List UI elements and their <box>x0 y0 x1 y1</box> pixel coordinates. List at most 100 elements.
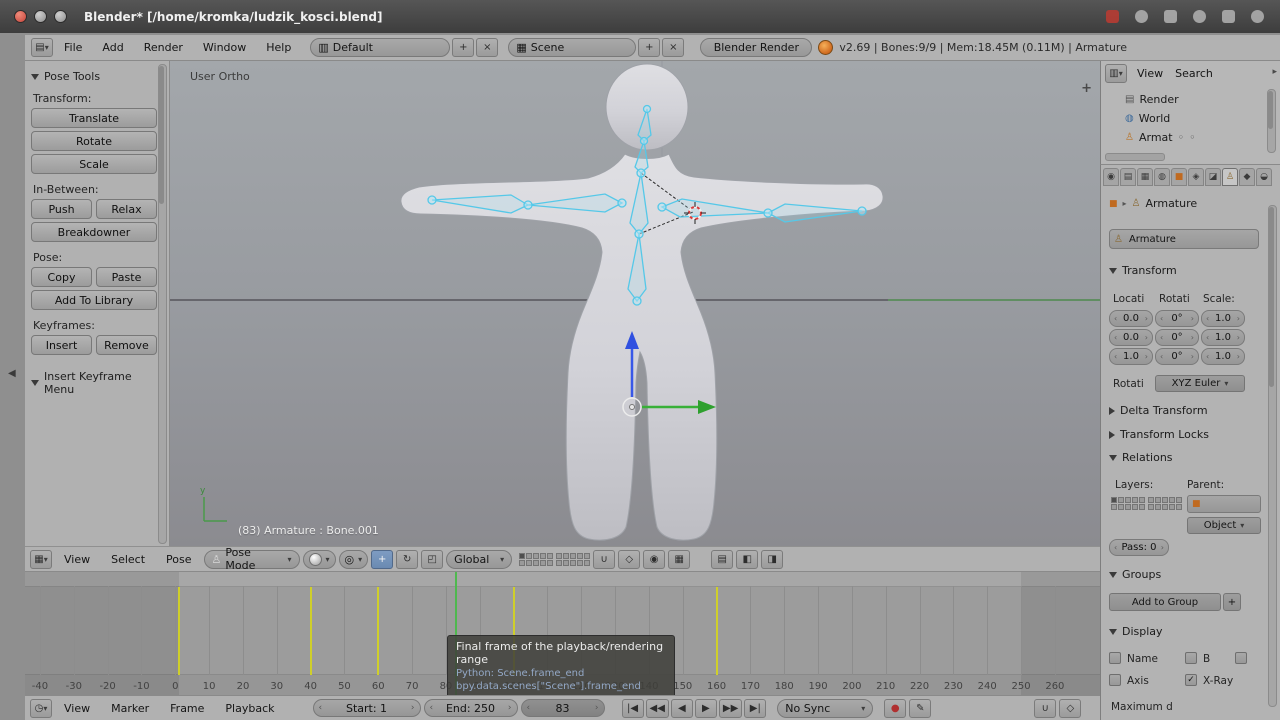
tab-physics-icon[interactable]: ◒ <box>1256 168 1272 186</box>
manipulator-rotate-toggle[interactable]: ↻ <box>396 549 419 569</box>
new-group-button[interactable]: + <box>1223 593 1241 611</box>
scale-button[interactable]: Scale <box>31 154 157 174</box>
scene-selector[interactable]: ▦ Scene <box>508 38 637 57</box>
pass-index-field[interactable]: ‹ Pass: 0 › <box>1109 539 1169 556</box>
pivot-selector[interactable]: ◎ ▾ <box>338 549 369 569</box>
manipulator-translate-toggle[interactable]: + <box>371 549 394 569</box>
display-panel-header[interactable]: Display <box>1109 625 1163 638</box>
system-tray-icon[interactable] <box>1164 10 1177 23</box>
parent-type-selector[interactable]: Object ▾ <box>1187 517 1261 534</box>
system-tray-icon[interactable] <box>1222 10 1235 23</box>
record-button[interactable]: ● <box>884 698 907 718</box>
frame-end-field[interactable]: ‹ End: 250 › <box>423 699 518 717</box>
n-panel-expand-icon[interactable]: + <box>1081 81 1092 96</box>
tab-object-icon[interactable]: ■ <box>1171 168 1187 186</box>
properties-scrollbar[interactable] <box>1268 205 1277 707</box>
groups-panel-header[interactable]: Groups <box>1109 568 1161 581</box>
header-extra-icon[interactable]: ◧ <box>736 549 759 569</box>
menu-pose[interactable]: Pose <box>157 553 200 566</box>
keyframe-marker[interactable] <box>715 587 718 675</box>
location-z-field[interactable]: ‹ 1.0 › <box>1109 348 1153 365</box>
display-xray-checkbox[interactable] <box>1185 674 1197 686</box>
layers-group-1[interactable] <box>519 552 554 566</box>
outliner-item-renderlayers[interactable]: ▤ Render <box>1125 91 1179 108</box>
rotation-z-field[interactable]: ‹ 0° › <box>1155 348 1199 365</box>
previous-keyframe-button[interactable]: ◀◀ <box>645 698 669 718</box>
add-to-library-button[interactable]: Add To Library <box>31 290 157 310</box>
pose-tools-panel-header[interactable]: Pose Tools <box>31 70 157 83</box>
tab-constraints-icon[interactable]: ◈ <box>1188 168 1204 186</box>
relations-panel-header[interactable]: Relations <box>1109 451 1173 464</box>
push-button[interactable]: Push <box>31 199 92 219</box>
armature-layers-widget[interactable] <box>1111 497 1182 510</box>
layers-group-2[interactable] <box>556 552 591 566</box>
opengl-render-image-button[interactable]: ◉ <box>643 549 666 569</box>
snap-element-selector[interactable]: ◇ <box>618 549 641 569</box>
menu-playback[interactable]: Playback <box>216 702 283 715</box>
tab-bone-icon[interactable]: ◆ <box>1239 168 1255 186</box>
insert-keyframe-menu-panel[interactable]: Insert Keyframe Menu <box>31 370 157 396</box>
rotation-y-field[interactable]: ‹ 0° › <box>1155 329 1199 346</box>
menu-add[interactable]: Add <box>93 41 132 54</box>
layers-group-1[interactable] <box>1111 497 1145 510</box>
close-button[interactable] <box>14 10 27 23</box>
delete-layout-button[interactable]: × <box>476 38 499 57</box>
system-tray-icon[interactable] <box>1135 10 1148 23</box>
sync-mode-selector[interactable]: No Sync ▾ <box>777 698 874 718</box>
transform-orientation-selector[interactable]: Global ▾ <box>446 549 513 569</box>
menu-marker[interactable]: Marker <box>102 702 158 715</box>
mode-selector[interactable]: ♙ Pose Mode ▾ <box>203 546 300 572</box>
scrollbar-thumb[interactable] <box>1268 91 1273 129</box>
parent-object-field[interactable]: ■ <box>1187 495 1261 513</box>
id-name-field[interactable]: ♙ Armature <box>1109 229 1259 249</box>
menu-window[interactable]: Window <box>194 41 255 54</box>
copy-pose-button[interactable]: Copy <box>31 267 92 287</box>
outliner-hscrollbar[interactable] <box>1105 153 1165 161</box>
menu-view[interactable]: View <box>1135 67 1165 80</box>
next-keyframe-button[interactable]: ▶▶ <box>718 698 743 718</box>
screen-layout-selector[interactable]: ▥ Default <box>310 38 451 57</box>
toolshelf-scrollbar[interactable] <box>158 64 167 544</box>
keyframe-marker[interactable] <box>309 587 312 675</box>
transform-locks-panel-header[interactable]: Transform Locks <box>1109 428 1209 441</box>
outliner-item-world[interactable]: ◍ World <box>1125 110 1170 127</box>
header-collapse-icon[interactable]: ▸ <box>1272 67 1277 77</box>
scale-y-field[interactable]: ‹ 1.0 › <box>1201 329 1245 346</box>
menu-frame[interactable]: Frame <box>161 702 213 715</box>
manipulator-scale-toggle[interactable]: ◰ <box>421 549 444 569</box>
layers-group-2[interactable] <box>1148 497 1182 510</box>
tab-object-data-icon[interactable]: ♙ <box>1222 168 1238 186</box>
region-split-arrow[interactable]: ◀ <box>8 368 16 379</box>
system-tray-icon[interactable] <box>1251 10 1264 23</box>
current-frame-field[interactable]: ‹ 83 › <box>520 699 605 717</box>
menu-file[interactable]: File <box>55 41 91 54</box>
location-x-field[interactable]: ‹ 0.0 › <box>1109 310 1153 327</box>
play-button[interactable]: ▶ <box>694 698 717 718</box>
scale-z-field[interactable]: ‹ 1.0 › <box>1201 348 1245 365</box>
item-visibility-icon[interactable]: ◦ <box>1178 131 1185 144</box>
maximize-button[interactable] <box>54 10 67 23</box>
timeline-extra-icon[interactable]: ◇ <box>1059 698 1082 718</box>
viewport-3d[interactable]: y User Ortho (83) Armature : Bone.001 + <box>170 61 1100 546</box>
menu-search[interactable]: Search <box>1173 67 1215 80</box>
delta-transform-panel-header[interactable]: Delta Transform <box>1109 404 1208 417</box>
menu-view[interactable]: View <box>55 553 99 566</box>
display-name-checkbox[interactable] <box>1109 652 1121 664</box>
tab-modifiers-icon[interactable]: ◪ <box>1205 168 1221 186</box>
render-engine-selector[interactable]: Blender Render <box>700 38 813 57</box>
recording-indicator-icon[interactable] <box>1106 10 1119 23</box>
editor-type-button[interactable]: ▦ ▾ <box>30 549 52 569</box>
header-extra-icon[interactable]: ▤ <box>711 549 734 569</box>
header-extra-icon[interactable]: ◨ <box>761 549 784 569</box>
opengl-render-animation-button[interactable]: ▦ <box>668 549 691 569</box>
rotation-x-field[interactable]: ‹ 0° › <box>1155 310 1199 327</box>
paste-pose-button[interactable]: Paste <box>96 267 157 287</box>
timeline-extra-icon[interactable]: ∪ <box>1034 698 1057 718</box>
system-tray-icon[interactable] <box>1193 10 1206 23</box>
editor-type-button[interactable]: ▥ ▾ <box>1105 64 1127 83</box>
tab-scene-icon[interactable]: ▦ <box>1137 168 1153 186</box>
delete-scene-button[interactable]: × <box>662 38 685 57</box>
snap-toggle[interactable]: ∪ <box>593 549 616 569</box>
display-bounds-checkbox[interactable] <box>1185 652 1197 664</box>
menu-help[interactable]: Help <box>257 41 300 54</box>
